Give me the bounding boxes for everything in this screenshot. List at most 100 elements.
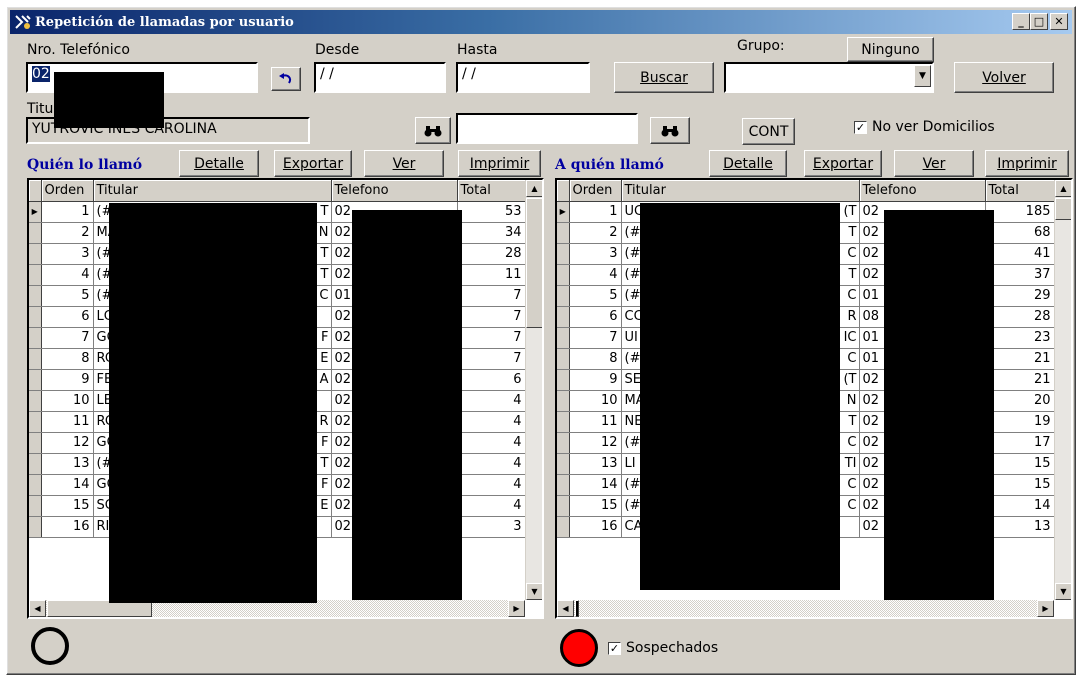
cell-orden[interactable]: 13	[569, 453, 622, 475]
cell-orden[interactable]: 3	[569, 243, 622, 265]
cell-total[interactable]: 17	[985, 432, 1055, 454]
scroll-down-icon[interactable]: ▼	[1055, 583, 1071, 600]
right-imprimir-button[interactable]: Imprimir	[985, 150, 1069, 177]
cell-total[interactable]: 4	[457, 432, 526, 454]
cell-total[interactable]: 7	[457, 285, 526, 307]
left-detalle-button[interactable]: Detalle	[179, 150, 259, 177]
cell-total[interactable]: 21	[985, 348, 1055, 370]
cell-total[interactable]: 28	[985, 306, 1055, 328]
find-button-1[interactable]	[415, 117, 451, 144]
scroll-left-icon[interactable]: ◀	[29, 600, 46, 617]
title-bar[interactable]: Repetición de llamadas por usuario _ □ ✕	[10, 10, 1072, 34]
cell-orden[interactable]: 8	[41, 348, 94, 370]
cell-total[interactable]: 4	[457, 390, 526, 412]
cell-orden[interactable]: 7	[569, 327, 622, 349]
cell-total[interactable]: 29	[985, 285, 1055, 307]
maximize-button[interactable]: □	[1030, 13, 1048, 30]
col-telefono[interactable]: Telefono	[859, 180, 986, 202]
scroll-down-icon[interactable]: ▼	[526, 583, 542, 600]
cell-orden[interactable]: 4	[41, 264, 94, 286]
cell-orden[interactable]: 1	[569, 201, 622, 223]
grupo-select[interactable]: ▼	[724, 62, 934, 93]
left-imprimir-button[interactable]: Imprimir	[458, 150, 541, 177]
cell-orden[interactable]: 9	[569, 369, 622, 391]
sospechados-checkbox[interactable]: ✓ Sospechados	[608, 640, 718, 656]
cell-total[interactable]: 41	[985, 243, 1055, 265]
cell-orden[interactable]: 13	[41, 453, 94, 475]
ninguno-button[interactable]: Ninguno	[847, 37, 934, 62]
cell-orden[interactable]: 15	[569, 495, 622, 517]
col-titular[interactable]: Titular	[621, 180, 860, 202]
scroll-up-icon[interactable]: ▲	[1055, 180, 1071, 197]
cell-orden[interactable]: 14	[569, 474, 622, 496]
scroll-left-icon[interactable]: ◀	[557, 600, 574, 617]
col-orden[interactable]: Orden	[569, 180, 622, 202]
find-button-2[interactable]	[650, 117, 690, 144]
left-ver-button[interactable]: Ver	[364, 150, 444, 177]
chevron-down-icon[interactable]: ▼	[914, 65, 931, 87]
cell-orden[interactable]: 2	[41, 222, 94, 244]
right-vscroll[interactable]: ▲ ▼	[1054, 180, 1071, 600]
col-telefono[interactable]: Telefono	[331, 180, 458, 202]
right-ver-button[interactable]: Ver	[894, 150, 974, 177]
scroll-thumb[interactable]	[1055, 198, 1071, 220]
cell-total[interactable]: 19	[985, 411, 1055, 433]
cell-total[interactable]: 7	[457, 327, 526, 349]
cell-total[interactable]: 11	[457, 264, 526, 286]
cell-orden[interactable]: 3	[41, 243, 94, 265]
cell-orden[interactable]: 14	[41, 474, 94, 496]
cell-orden[interactable]: 12	[569, 432, 622, 454]
cell-total[interactable]: 15	[985, 453, 1055, 475]
cont-button[interactable]: CONT	[742, 118, 795, 145]
cell-orden[interactable]: 6	[41, 306, 94, 328]
cell-total[interactable]: 23	[985, 327, 1055, 349]
cell-orden[interactable]: 9	[41, 369, 94, 391]
cell-total[interactable]: 7	[457, 306, 526, 328]
cell-orden[interactable]: 11	[569, 411, 622, 433]
cell-total[interactable]: 6	[457, 369, 526, 391]
col-total[interactable]: Total	[457, 180, 526, 202]
no-domicilios-checkbox[interactable]: ✓ No ver Domicilios	[854, 119, 995, 135]
scroll-thumb[interactable]	[526, 198, 542, 328]
cell-orden[interactable]: 11	[41, 411, 94, 433]
cell-total[interactable]: 4	[457, 474, 526, 496]
cell-orden[interactable]: 15	[41, 495, 94, 517]
cell-orden[interactable]: 16	[41, 516, 94, 538]
undo-button[interactable]	[271, 67, 301, 91]
cell-total[interactable]: 13	[985, 516, 1055, 538]
cell-total[interactable]: 185	[985, 201, 1055, 223]
hasta-input[interactable]: / /	[456, 62, 590, 93]
cell-total[interactable]: 14	[985, 495, 1055, 517]
cell-total[interactable]: 21	[985, 369, 1055, 391]
cell-orden[interactable]: 16	[569, 516, 622, 538]
scroll-up-icon[interactable]: ▲	[526, 180, 542, 197]
find-input[interactable]	[456, 113, 638, 144]
cell-total[interactable]: 34	[457, 222, 526, 244]
cell-total[interactable]: 20	[985, 390, 1055, 412]
cell-total[interactable]: 4	[457, 495, 526, 517]
minimize-button[interactable]: _	[1012, 13, 1030, 30]
cell-total[interactable]: 15	[985, 474, 1055, 496]
col-titular[interactable]: Titular	[93, 180, 332, 202]
close-button[interactable]: ✕	[1050, 13, 1068, 30]
cell-total[interactable]: 37	[985, 264, 1055, 286]
cell-total[interactable]: 4	[457, 453, 526, 475]
cell-orden[interactable]: 4	[569, 264, 622, 286]
cell-total[interactable]: 7	[457, 348, 526, 370]
right-exportar-button[interactable]: Exportar	[804, 150, 882, 177]
cell-orden[interactable]: 12	[41, 432, 94, 454]
cell-orden[interactable]: 5	[569, 285, 622, 307]
col-orden[interactable]: Orden	[41, 180, 94, 202]
left-vscroll[interactable]: ▲ ▼	[525, 180, 542, 600]
cell-orden[interactable]: 2	[569, 222, 622, 244]
desde-input[interactable]: / /	[314, 62, 446, 93]
left-exportar-button[interactable]: Exportar	[274, 150, 352, 177]
cell-total[interactable]: 3	[457, 516, 526, 538]
cell-orden[interactable]: 6	[569, 306, 622, 328]
right-hscroll[interactable]: ◀ ▶	[557, 600, 1054, 617]
cell-orden[interactable]: 10	[41, 390, 94, 412]
cell-total[interactable]: 4	[457, 411, 526, 433]
scroll-right-icon[interactable]: ▶	[1037, 600, 1054, 617]
hscroll-thumb[interactable]	[575, 600, 579, 617]
buscar-button[interactable]: Buscar	[614, 62, 714, 93]
